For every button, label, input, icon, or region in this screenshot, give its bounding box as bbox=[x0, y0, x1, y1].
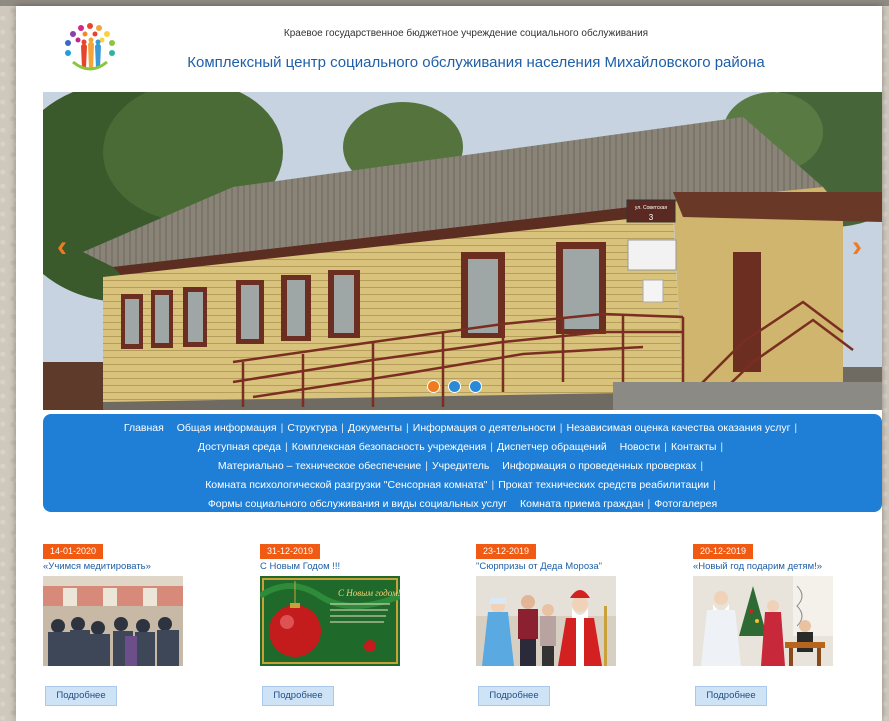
news-item: 31-12-2019 С Новым Годом !!! С Новым год… bbox=[260, 541, 430, 706]
slider-dot-3[interactable] bbox=[469, 380, 482, 393]
organization-logo[interactable] bbox=[59, 18, 121, 82]
news-photo-children-gift[interactable] bbox=[693, 576, 833, 666]
news-photo-new-year-card[interactable]: С Новым годом! bbox=[260, 576, 400, 666]
slider-pagination bbox=[427, 380, 482, 393]
news-photo-meditation[interactable] bbox=[43, 576, 183, 666]
news-title-link[interactable]: «Учимся медитировать» bbox=[43, 561, 213, 572]
nav-link-material-support[interactable]: Материально – техническое обеспечение bbox=[218, 460, 421, 472]
news-item: 23-12-2019 "Сюрпризы от Деда Мороза" Под… bbox=[476, 541, 646, 706]
news-date-badge: 20-12-2019 bbox=[693, 544, 754, 559]
page-container: Краевое государственное бюджетное учрежд… bbox=[16, 6, 882, 721]
nav-link-general-info[interactable]: Общая информация bbox=[177, 422, 277, 434]
news-title-link[interactable]: С Новым Годом !!! bbox=[260, 561, 430, 572]
news-date-badge: 31-12-2019 bbox=[260, 544, 321, 559]
organization-subtitle: Краевое государственное бюджетное учрежд… bbox=[283, 28, 649, 39]
slide-photo-building: ул. Советская 3 bbox=[43, 92, 882, 410]
slider-dot-2[interactable] bbox=[448, 380, 461, 393]
nav-link-reception-room[interactable]: Комната приема граждан bbox=[520, 498, 644, 510]
image-slider[interactable]: ул. Советская 3 ‹ › bbox=[43, 92, 882, 410]
nav-link-sensory-room[interactable]: Комната психологической разгрузки "Сенсо… bbox=[205, 479, 487, 491]
nav-row-1: Главная Общая информация | Структура | Докум… bbox=[123, 422, 798, 434]
news-title-link[interactable]: «Новый год подарим детям!» bbox=[693, 561, 863, 572]
nav-link-documents[interactable]: Документы bbox=[348, 422, 402, 434]
news-date-badge: 14-01-2020 bbox=[43, 544, 104, 559]
main-navigation: Главная Общая информация | Структура | Докум… bbox=[43, 414, 882, 512]
slider-dot-1[interactable] bbox=[427, 380, 440, 393]
nav-row-4: Комната психологической разгрузки "Сенсо… bbox=[205, 479, 716, 491]
news-more-button[interactable]: Подробнее bbox=[478, 686, 550, 706]
nav-link-structure[interactable]: Структура bbox=[287, 422, 337, 434]
nav-row-5: Формы социального обслуживания и виды со… bbox=[207, 498, 718, 510]
nav-link-home[interactable]: Главная bbox=[124, 422, 164, 434]
street-sign-text: ул. Советская bbox=[635, 205, 668, 211]
slider-prev-arrow-icon[interactable]: ‹ bbox=[57, 232, 73, 262]
nav-link-activity-info[interactable]: Информация о деятельности bbox=[413, 422, 556, 434]
news-more-button[interactable]: Подробнее bbox=[45, 686, 117, 706]
nav-link-contacts[interactable]: Контакты bbox=[671, 441, 716, 453]
nav-link-photo-gallery[interactable]: Фотогалерея bbox=[654, 498, 717, 510]
nav-link-quality-assessment[interactable]: Независимая оценка качества оказания усл… bbox=[566, 422, 790, 434]
street-sign-number: 3 bbox=[649, 213, 654, 222]
nav-link-service-forms[interactable]: Формы социального обслуживания и виды со… bbox=[208, 498, 507, 510]
news-item: 20-12-2019 «Новый год подарим детям!» По… bbox=[693, 541, 863, 706]
news-date-badge: 23-12-2019 bbox=[476, 544, 537, 559]
nav-row-2: Доступная среда | Комплексная безопасность… bbox=[197, 441, 724, 453]
news-item: 14-01-2020 «Учимся медитировать» Подробн… bbox=[43, 541, 213, 706]
nav-link-equipment-rental[interactable]: Прокат технических средств реабилитации bbox=[498, 479, 709, 491]
news-more-button[interactable]: Подробнее bbox=[262, 686, 334, 706]
news-title-link[interactable]: "Сюрпризы от Деда Мороза" bbox=[476, 561, 646, 572]
slider-next-arrow-icon[interactable]: › bbox=[852, 232, 868, 262]
nav-link-appeals-dispatcher[interactable]: Диспетчер обращений bbox=[497, 441, 607, 453]
nav-link-inspections[interactable]: Информация о проведенных проверках bbox=[502, 460, 696, 472]
nav-link-founder[interactable]: Учредитель bbox=[432, 460, 489, 472]
nav-link-accessible-environment[interactable]: Доступная среда bbox=[198, 441, 281, 453]
nav-link-news[interactable]: Новости bbox=[620, 441, 661, 453]
card-greeting-text: С Новым годом! bbox=[338, 588, 400, 598]
news-more-button[interactable]: Подробнее bbox=[695, 686, 767, 706]
nav-link-security[interactable]: Комплексная безопасность учреждения bbox=[292, 441, 487, 453]
news-photo-santa-surprises[interactable] bbox=[476, 576, 616, 666]
organization-title[interactable]: Комплексный центр социального обслуживан… bbox=[146, 54, 806, 71]
nav-row-3: Материально – техническое обеспечение | Уч… bbox=[217, 460, 704, 472]
